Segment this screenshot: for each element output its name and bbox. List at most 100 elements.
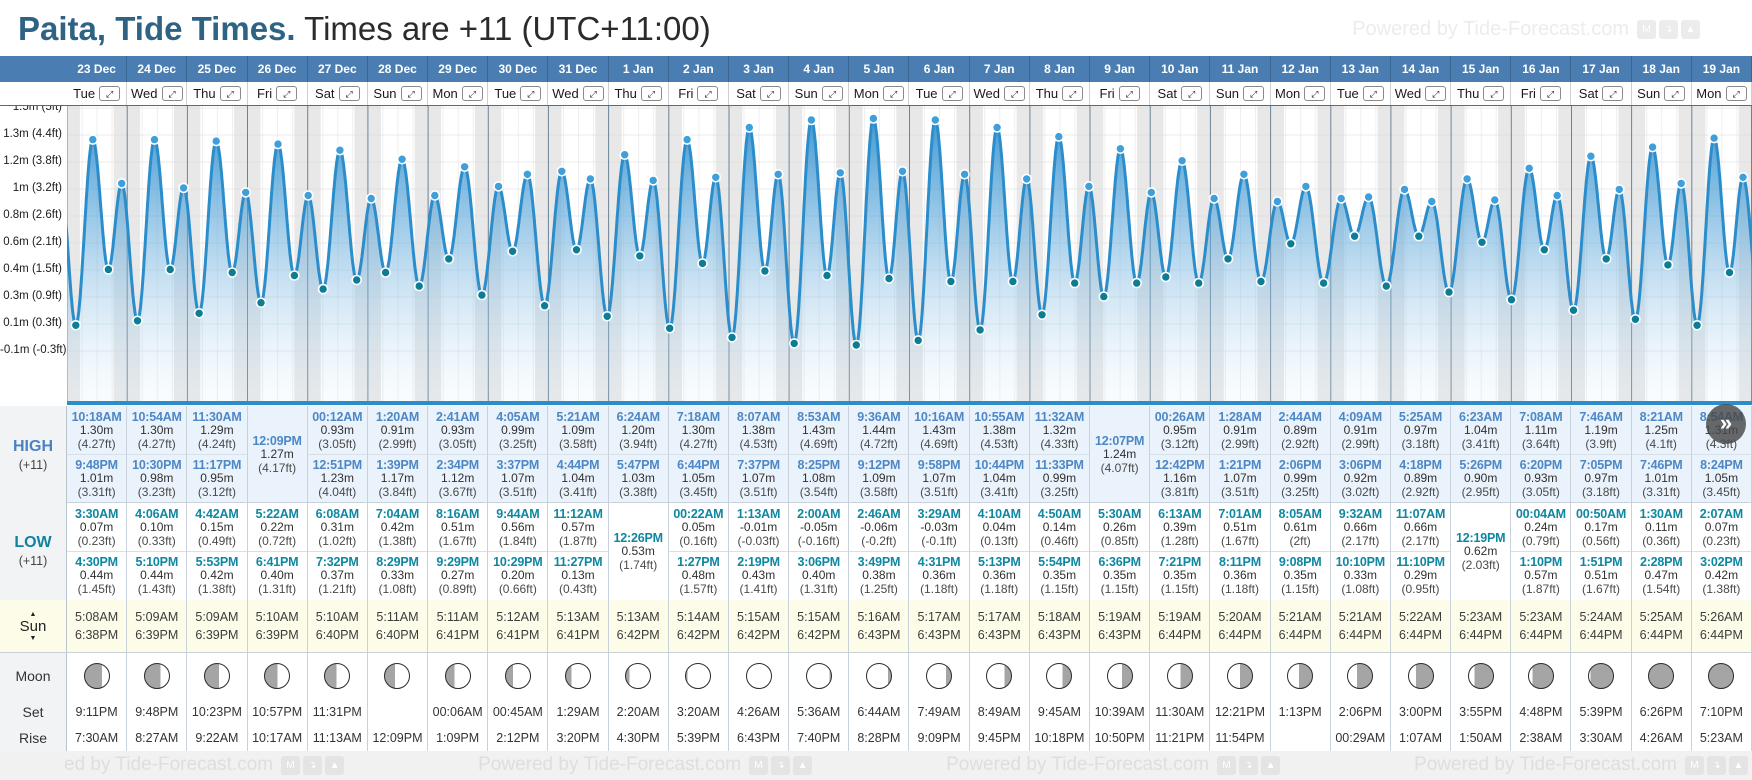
expand-day-button[interactable]: ⤢ <box>1062 86 1084 101</box>
sunrise-time: 5:15AM <box>737 610 781 624</box>
day-of-week-label: Thu <box>614 86 637 101</box>
sunrise-time: 5:21AM <box>1278 610 1322 624</box>
moonset-time: 5:36AM <box>797 704 841 719</box>
expand-day-button[interactable]: ⤢ <box>883 86 905 101</box>
moon-cell: 00:45AM 2:12PM <box>488 653 549 751</box>
sunrise-time: 5:24AM <box>1579 610 1623 624</box>
expand-day-button[interactable]: ⤢ <box>276 86 298 101</box>
moon-phase-cell <box>1090 653 1149 699</box>
expand-day-button[interactable]: ⤢ <box>161 86 183 101</box>
expand-day-button[interactable]: ⤢ <box>520 86 542 101</box>
moon-phase-icon <box>565 663 591 689</box>
watermark-logos: M ↴ ▲ <box>1217 755 1281 775</box>
tide-entry: 3:06PM 0.92m (3.02ft) <box>1330 454 1390 502</box>
moonset-time: 1:29AM <box>556 704 600 719</box>
high-tide-cell: 8:07AM 1.38m (4.53ft) 7:37PM 1.07m (3.51ft) <box>728 406 790 504</box>
moon-cell: 6:26PM 4:26AM <box>1631 653 1692 751</box>
watermark-logo-icon: ▲ <box>1261 755 1281 775</box>
sun-cell: 5:10AM 6:40PM <box>307 600 368 652</box>
tide-time: 10:55AM <box>974 410 1025 424</box>
high-row-label: HIGH (+11) <box>0 406 67 504</box>
moon-phase-cell <box>308 653 367 699</box>
expand-day-button[interactable]: ⤢ <box>99 86 121 101</box>
tide-height-ft: (1.08ft) <box>1341 581 1380 596</box>
day-of-week-cell: Mon ⤢ <box>849 82 910 105</box>
expand-day-button[interactable]: ⤢ <box>1181 86 1203 101</box>
expand-day-button[interactable]: ⤢ <box>1664 86 1686 101</box>
tide-entry: 12:26PM 0.53m (1.74ft) <box>609 528 668 575</box>
expand-icon: ⤢ <box>948 88 956 99</box>
day-of-week-label: Fri <box>257 86 273 101</box>
expand-day-button[interactable]: ⤢ <box>461 86 483 101</box>
tide-height-m: 0.90m <box>1464 471 1498 486</box>
day-of-week-label: Tue <box>73 86 96 101</box>
tide-time: 5:22AM <box>255 507 299 521</box>
expand-day-button[interactable]: ⤢ <box>1539 86 1561 101</box>
expand-day-button[interactable]: ⤢ <box>582 86 604 101</box>
expand-day-button[interactable]: ⤢ <box>821 86 843 101</box>
next-days-button[interactable]: » <box>1706 404 1746 444</box>
y-axis-label: 0.1m (0.3ft) <box>3 317 62 329</box>
date-header-cell: 19 Jan <box>1692 56 1752 82</box>
moonset-time: 1:13PM <box>1278 704 1322 719</box>
high-tide-row: HIGH (+11) 10:18AM 1.30m (4.27ft) 9:48PM 1.0… <box>0 406 1752 504</box>
moonrise-time: 8:28PM <box>857 730 901 745</box>
tide-height-ft: (-0.2ft) <box>861 533 897 548</box>
expand-day-button[interactable]: ⤢ <box>338 86 360 101</box>
tide-time: 4:06AM <box>135 507 179 521</box>
tide-height-m: 0.42m <box>380 520 415 535</box>
moon-cell: 3:00PM 1:07AM <box>1390 653 1452 751</box>
tide-height-ft: (3.18ft) <box>1582 484 1621 499</box>
expand-day-button[interactable]: ⤢ <box>697 86 719 101</box>
moon-cell: 9:48PM 8:27AM <box>127 653 188 751</box>
tide-height-ft: (3.12ft) <box>1160 436 1199 451</box>
expand-day-button[interactable]: ⤢ <box>1425 86 1447 101</box>
tide-height-m: 0.22m <box>260 520 294 535</box>
moon-phase-cell <box>849 653 908 699</box>
expand-day-button[interactable]: ⤢ <box>1118 86 1140 101</box>
expand-day-button[interactable]: ⤢ <box>219 86 241 101</box>
moon-phase-cell <box>1511 653 1570 699</box>
expand-day-button[interactable]: ⤢ <box>1004 86 1025 101</box>
sun-cell: 5:10AM 6:39PM <box>247 600 308 652</box>
tide-height-ft: (0.72ft) <box>258 533 297 548</box>
tide-height-ft: (3.51ft) <box>498 484 537 499</box>
expand-day-button[interactable]: ⤢ <box>1243 86 1265 101</box>
low-tide-cell: 3:29AM -0.03m (-0.1ft) 4:31PM 0.36m (1.18ft) <box>909 502 970 601</box>
expand-day-button[interactable]: ⤢ <box>1362 86 1384 101</box>
day-of-week-cell: Tue ⤢ <box>67 82 128 105</box>
tide-height-ft: (3.94ft) <box>619 436 658 451</box>
sun-cell: 5:12AM 6:41PM <box>488 600 549 652</box>
moon-phase-cell <box>428 653 487 699</box>
tide-height-m: 0.66m <box>1403 520 1438 535</box>
expand-day-button[interactable]: ⤢ <box>1725 86 1747 101</box>
tide-height-m: 0.35m <box>1163 568 1197 583</box>
expand-day-button[interactable]: ⤢ <box>1602 86 1624 101</box>
tide-height-ft: (3.67ft) <box>438 484 477 499</box>
date-header-cell: 4 Jan <box>789 56 850 82</box>
expand-day-button[interactable]: ⤢ <box>941 86 963 101</box>
tide-time: 7:18AM <box>676 410 720 424</box>
date-header-cell: 13 Jan <box>1331 56 1391 82</box>
high-tide-cell: 4:05AM 0.99m (3.25ft) 3:37PM 1.07m (3.51ft) <box>488 406 549 504</box>
sunrise-time: 5:17AM <box>977 610 1021 624</box>
tide-height-ft: (1.18ft) <box>980 581 1019 596</box>
expand-icon: ⤢ <box>704 88 712 99</box>
expand-day-button[interactable]: ⤢ <box>1304 86 1326 101</box>
sun-cell: 5:21AM 6:44PM <box>1270 600 1331 652</box>
expand-day-button[interactable]: ⤢ <box>759 86 781 101</box>
tide-height-ft: (1.25ft) <box>859 581 898 596</box>
expand-day-button[interactable]: ⤢ <box>1483 86 1505 101</box>
day-of-week-label: Wed <box>131 86 158 101</box>
moonset-time: 12:21PM <box>1214 704 1265 719</box>
tide-height-m: 0.89m <box>1283 423 1317 438</box>
expand-day-button[interactable]: ⤢ <box>640 86 662 101</box>
watermark-logo-icon: ▲ <box>793 755 813 775</box>
moon-phase-icon <box>1287 663 1314 689</box>
expand-icon: ⤢ <box>828 88 836 99</box>
tide-entry: 2:34PM 1.12m (3.67ft) <box>428 454 488 502</box>
watermark: Powered by Tide-Forecast.com M ↴ ▲ <box>478 754 813 776</box>
expand-day-button[interactable]: ⤢ <box>400 86 422 101</box>
day-of-week-label: Wed <box>552 86 579 101</box>
sunset-time: 6:42PM <box>797 628 841 642</box>
